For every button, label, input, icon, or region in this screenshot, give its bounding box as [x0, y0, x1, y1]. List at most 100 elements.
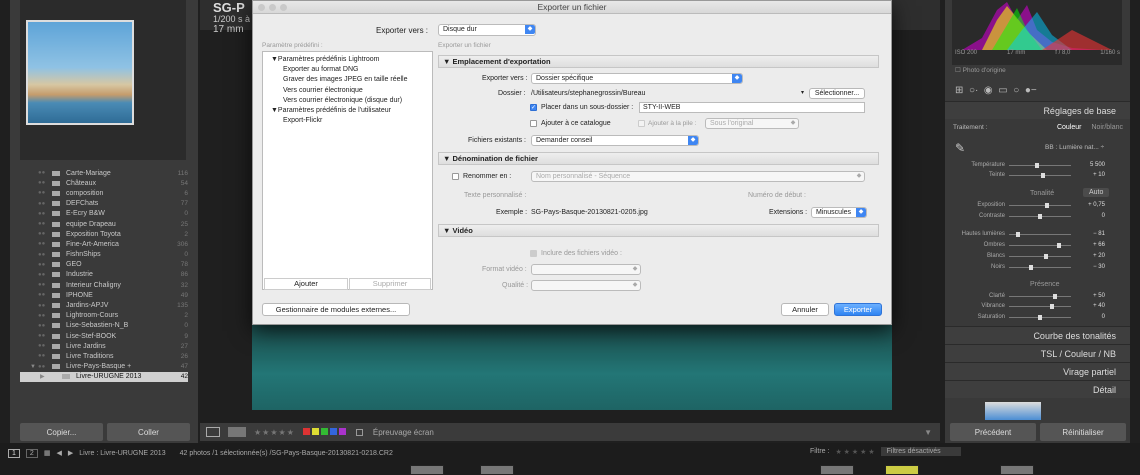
clarity-slider[interactable]: Clarté + 50	[955, 291, 1115, 301]
plugin-manager-button[interactable]: Gestionnaire de modules externes...	[262, 303, 410, 316]
collection-item[interactable]: ●● Exposition Toyota 2	[20, 229, 188, 239]
collection-item[interactable]: ▶ Livre-URUGNE 2013 42	[20, 371, 188, 382]
subfolder-input[interactable]: STY-II-WEB	[639, 102, 865, 113]
slider-value[interactable]: 0	[1075, 213, 1105, 219]
rating-stars[interactable]: ★★★★★	[254, 428, 295, 437]
preset-item[interactable]: Vers courrier électronique (disque dur)	[283, 97, 402, 104]
preset-item[interactable]: Export-Flickr	[283, 117, 322, 124]
slider-track[interactable]	[1009, 213, 1071, 219]
vibrance-slider[interactable]: Vibrance + 40	[955, 301, 1115, 311]
preset-group[interactable]: ▼Paramètres prédéfinis Lightroom	[271, 56, 379, 63]
collection-item[interactable]: ●● Interieur Chaligny 32	[20, 280, 188, 290]
slider-knob[interactable]	[1029, 264, 1034, 270]
copy-button[interactable]: Copier...	[20, 423, 103, 441]
include-video-checkbox[interactable]	[530, 250, 537, 257]
stack-select[interactable]: Sous l'original ◆	[705, 118, 799, 129]
contrast-slider[interactable]: Contraste 0	[955, 211, 1115, 221]
slider-value[interactable]: + 0,75	[1075, 202, 1105, 208]
collection-item[interactable]: ●● FishnShips 0	[20, 250, 188, 260]
collection-item[interactable]: ●● GEO 78	[20, 260, 188, 270]
tint-slider[interactable]: Teinte + 10	[955, 170, 1115, 180]
photo-original-toggle[interactable]: ☐ Photo d'origine	[955, 66, 1006, 74]
grid-icon[interactable]: ▦	[44, 449, 51, 457]
collection-item[interactable]: ●● Carte-Mariage 116	[20, 168, 188, 178]
whites-slider[interactable]: Blancs + 20	[955, 251, 1115, 261]
auto-button[interactable]: Auto	[1083, 188, 1110, 197]
radial-icon[interactable]: ○	[1013, 85, 1019, 96]
slider-knob[interactable]	[1057, 242, 1062, 248]
slider-knob[interactable]	[1052, 293, 1057, 299]
color-labels[interactable]	[302, 427, 348, 437]
forward-arrow-icon[interactable]: ▶	[68, 449, 73, 457]
slider-knob[interactable]	[1043, 253, 1048, 259]
redeye-icon[interactable]: ◉	[984, 85, 993, 96]
screen-1-button[interactable]: 1	[8, 448, 20, 458]
slider-knob[interactable]	[1040, 172, 1045, 178]
export-button[interactable]: Exporter	[834, 303, 882, 316]
disclosure-icon[interactable]: ▶	[40, 373, 48, 380]
slider-track[interactable]	[1009, 242, 1071, 248]
previous-button[interactable]: Précédent	[950, 423, 1036, 441]
remove-preset-button[interactable]: Supprimer	[349, 278, 431, 290]
slider-track[interactable]	[1009, 231, 1071, 237]
slider-knob[interactable]	[1015, 231, 1020, 237]
slider-value[interactable]: + 10	[1075, 172, 1105, 178]
collection-item[interactable]: ●● Lightroom-Cours 2	[20, 311, 188, 321]
loupe-view-icon[interactable]	[206, 427, 220, 437]
slider-track[interactable]	[1009, 303, 1071, 309]
treatment-bw[interactable]: Noir/blanc	[1091, 124, 1123, 131]
quality-select[interactable]: ◆	[531, 280, 641, 291]
minimize-icon[interactable]	[269, 4, 276, 11]
preset-item[interactable]: Vers courrier électronique	[283, 87, 363, 94]
section-file-naming[interactable]: ▼ Dénomination de fichier	[438, 152, 879, 165]
collection-item[interactable]: ●● equipe Drapeau 25	[20, 219, 188, 229]
extensions-select[interactable]: Minuscules ◆	[811, 207, 867, 218]
collection-item[interactable]: ●● Châteaux 54	[20, 178, 188, 188]
collection-item[interactable]: ▼ ●● Livre-Pays-Basque + 47	[20, 362, 188, 372]
folder-dropdown-icon[interactable]: ▾	[801, 89, 804, 96]
slider-knob[interactable]	[1044, 202, 1049, 208]
source-path[interactable]: Livre : Livre-URUGNE 2013	[79, 450, 165, 457]
slider-value[interactable]: + 40	[1075, 303, 1105, 309]
panel-detail-header[interactable]: Détail	[945, 380, 1130, 398]
collection-item[interactable]: ●● IPHONE 49	[20, 290, 188, 300]
slider-track[interactable]	[1009, 293, 1071, 299]
rename-checkbox[interactable]	[452, 173, 459, 180]
panel-split-toning-header[interactable]: Virage partiel	[945, 362, 1130, 380]
screen-2-button[interactable]: 2	[25, 448, 38, 458]
filter-stars[interactable]: ★ ★ ★ ★ ★	[835, 448, 874, 456]
export-location-select[interactable]: Dossier spécifique ◆	[531, 73, 743, 84]
rename-template-select[interactable]: Nom personnalisé - Séquence ◆	[531, 171, 865, 182]
toolbar-menu-icon[interactable]: ▼	[924, 428, 932, 437]
collection-item[interactable]: ●● Livre Traditions 26	[20, 351, 188, 361]
slider-track[interactable]	[1009, 162, 1071, 168]
collection-item[interactable]: ●● Lise-Sebastien-N_B 0	[20, 321, 188, 331]
preset-item[interactable]: Graver des images JPEG en taille réelle	[283, 76, 408, 83]
collection-item[interactable]: ●● Industrie 86	[20, 270, 188, 280]
add-preset-button[interactable]: Ajouter	[264, 278, 348, 290]
panel-basic-header[interactable]: Réglages de base	[945, 101, 1130, 119]
proof-checkbox[interactable]	[355, 428, 363, 436]
filmstrip-thumb[interactable]	[1000, 465, 1034, 475]
add-catalog-checkbox[interactable]	[530, 120, 537, 127]
filmstrip-thumb[interactable]	[885, 465, 919, 475]
saturation-slider[interactable]: Saturation 0	[955, 312, 1115, 322]
section-video[interactable]: ▼ Vidéo	[438, 224, 879, 237]
graduated-icon[interactable]: ▭	[998, 85, 1007, 96]
slider-value[interactable]: − 81	[1075, 231, 1105, 237]
collection-item[interactable]: ●● Lise-Stef-BOOK 9	[20, 331, 188, 341]
collection-item[interactable]: ●● DEFChats 77	[20, 199, 188, 209]
existing-files-select[interactable]: Demander conseil ◆	[531, 135, 699, 146]
slider-value[interactable]: + 66	[1075, 242, 1105, 248]
add-stack-checkbox[interactable]	[638, 120, 645, 127]
brush-icon[interactable]: ●−	[1025, 85, 1037, 96]
zoom-icon[interactable]	[280, 4, 287, 11]
collection-item[interactable]: ●● Livre Jardins 27	[20, 341, 188, 351]
shadows-slider[interactable]: Ombres + 66	[955, 240, 1115, 250]
collection-item[interactable]: ●● E-Ecry B&W 0	[20, 209, 188, 219]
temperature-slider[interactable]: Température 5 500	[955, 160, 1115, 170]
slider-knob[interactable]	[1035, 162, 1040, 168]
video-format-select[interactable]: ◆	[531, 264, 641, 275]
disclosure-open-icon[interactable]: ▼	[30, 364, 38, 370]
filter-select[interactable]: Filtres désactivés	[880, 447, 961, 456]
